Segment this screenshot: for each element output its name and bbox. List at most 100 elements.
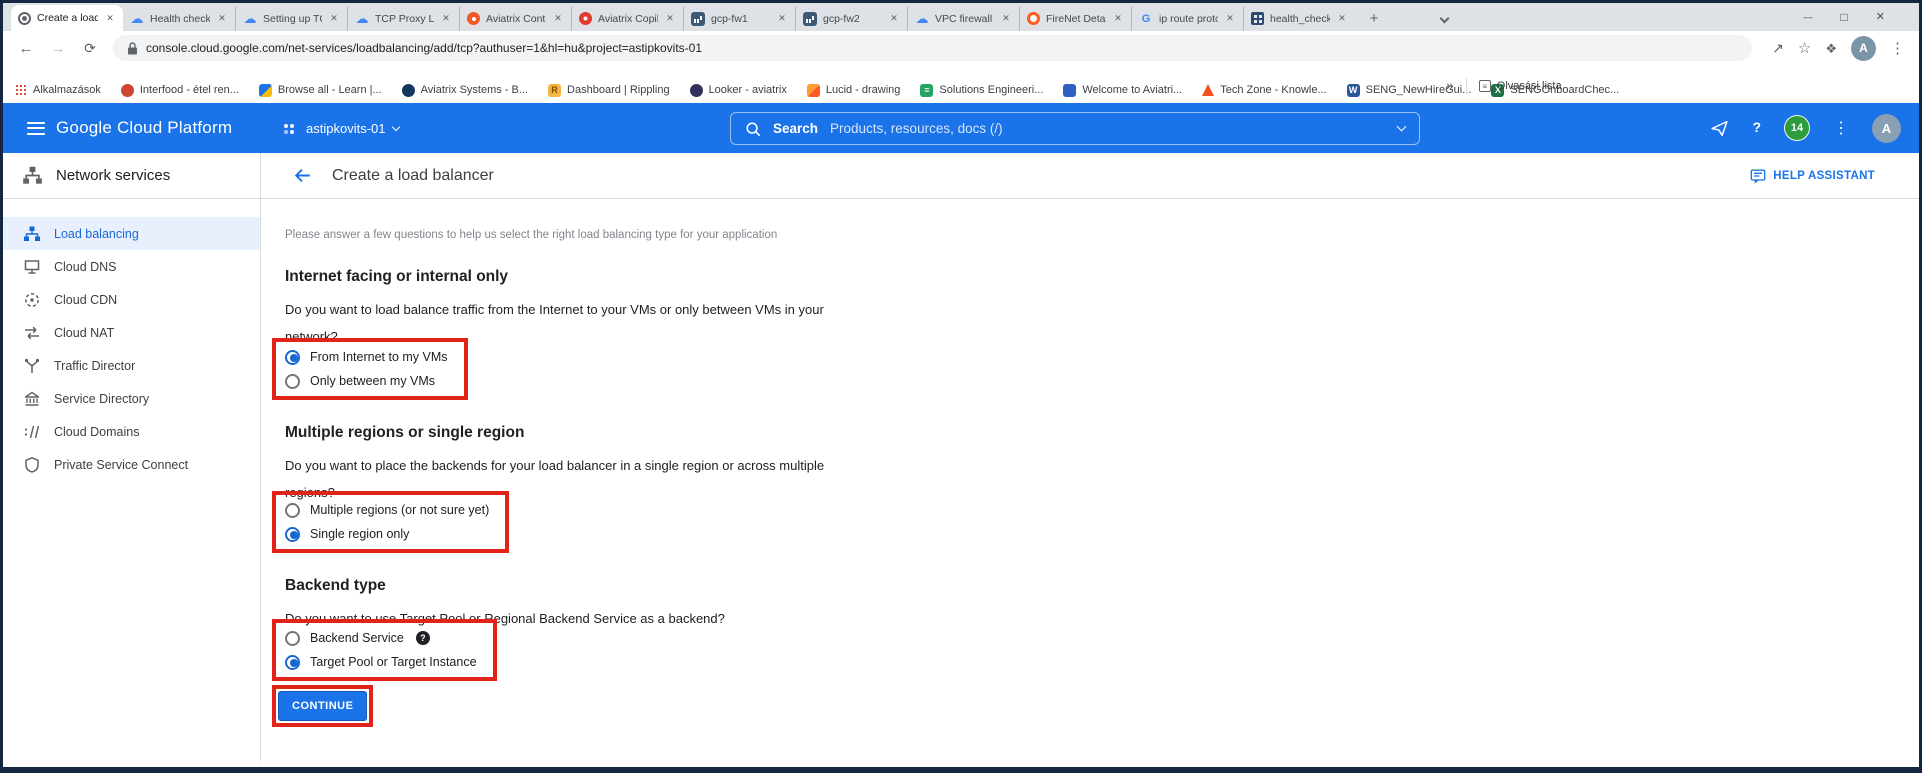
- help-assistant-button[interactable]: HELP ASSISTANT: [1750, 168, 1875, 184]
- welcome-icon: [1063, 84, 1076, 97]
- chart-favicon: [803, 12, 817, 26]
- radio-icon[interactable]: [285, 503, 300, 518]
- menu-icon[interactable]: [27, 118, 45, 138]
- bookmark-learn[interactable]: Browse all - Learn |...: [259, 84, 382, 97]
- help-tooltip-icon[interactable]: [416, 631, 430, 645]
- share-icon[interactable]: [1772, 40, 1784, 57]
- section-title: Network services: [56, 167, 170, 184]
- close-icon[interactable]: [552, 13, 564, 24]
- tab-firenet-detail[interactable]: FireNet Detail: [1019, 6, 1131, 31]
- search-input[interactable]: Search Products, resources, docs (/): [730, 112, 1420, 145]
- divider: [1466, 78, 1467, 94]
- radio-option-target-pool[interactable]: Target Pool or Target Instance: [285, 650, 477, 674]
- sidebar-item-cloud-dns[interactable]: Cloud DNS: [3, 250, 260, 283]
- radio-option-from-internet[interactable]: From Internet to my VMs: [285, 345, 448, 369]
- radio-label: Only between my VMs: [310, 374, 435, 388]
- service-section-header: Network services: [3, 153, 261, 198]
- sidebar-item-service-directory[interactable]: Service Directory: [3, 382, 260, 415]
- sidebar-item-cloud-nat[interactable]: Cloud NAT: [3, 316, 260, 349]
- radio-option-multiple-regions[interactable]: Multiple regions (or not sure yet): [285, 498, 489, 522]
- bookmark-label: Looker - aviatrix: [709, 84, 787, 96]
- lock-icon: [127, 42, 138, 55]
- radio-option-single-region[interactable]: Single region only: [285, 522, 489, 546]
- radio-icon[interactable]: [285, 374, 300, 389]
- bookmark-apps[interactable]: Alkalmazások: [15, 84, 101, 96]
- radio-icon[interactable]: [285, 631, 300, 646]
- reload-icon[interactable]: [81, 40, 99, 57]
- close-icon[interactable]: [1112, 13, 1124, 24]
- project-selector[interactable]: astipkovits-01: [284, 121, 399, 136]
- url-text[interactable]: console.cloud.google.com/net-services/lo…: [146, 41, 702, 55]
- close-icon[interactable]: [104, 13, 116, 24]
- aviatrix-orange-favicon: [467, 12, 480, 25]
- reading-list-icon: [1479, 80, 1491, 92]
- bookmark-solutions[interactable]: Solutions Engineeri...: [920, 84, 1043, 97]
- bookmark-rippling[interactable]: Dashboard | Rippling: [548, 84, 670, 97]
- minimize-button[interactable]: [1804, 12, 1813, 23]
- extensions-icon[interactable]: [1825, 40, 1837, 57]
- lucid-icon: [807, 84, 820, 97]
- close-icon[interactable]: [216, 13, 228, 24]
- tab-strip: Create a load Health checks Setting up T…: [3, 3, 1919, 31]
- sidebar-item-cloud-cdn[interactable]: Cloud CDN: [3, 283, 260, 316]
- radio-option-only-between[interactable]: Only between my VMs: [285, 369, 448, 393]
- more-options-icon[interactable]: [1833, 118, 1849, 138]
- sidebar-item-private-service-connect[interactable]: Private Service Connect: [3, 448, 260, 481]
- radio-icon[interactable]: [285, 527, 300, 542]
- tab-health-check-sheet[interactable]: health_check_: [1243, 6, 1355, 31]
- new-tab-button[interactable]: [1361, 5, 1387, 31]
- sidebar-item-load-balancing[interactable]: Load balancing: [3, 217, 260, 250]
- tab-setting-up-tc[interactable]: Setting up TC: [235, 6, 347, 31]
- bookmark-welcome[interactable]: Welcome to Aviatri...: [1063, 84, 1182, 97]
- tab-create-a-load[interactable]: Create a load: [11, 5, 123, 31]
- close-icon[interactable]: [664, 13, 676, 24]
- tab-search-chevron-icon[interactable]: [1440, 14, 1450, 24]
- tab-aviatrix-copilot[interactable]: Aviatrix Copil: [571, 6, 683, 31]
- tab-ip-route[interactable]: ip route proto: [1131, 6, 1243, 31]
- close-icon[interactable]: [1336, 13, 1348, 24]
- radio-label: From Internet to my VMs: [310, 350, 448, 364]
- bookmark-aviatrix[interactable]: Aviatrix Systems - B...: [402, 84, 528, 97]
- radio-icon[interactable]: [285, 655, 300, 670]
- maximize-button[interactable]: [1841, 11, 1848, 24]
- bookmarks-overflow-icon[interactable]: [1446, 77, 1454, 95]
- reading-list-button[interactable]: Olvasási lista: [1479, 80, 1562, 92]
- tab-vpc-firewall[interactable]: VPC firewall r: [907, 6, 1019, 31]
- close-icon[interactable]: [888, 13, 900, 24]
- close-icon[interactable]: [440, 13, 452, 24]
- bookmark-looker[interactable]: Looker - aviatrix: [690, 84, 787, 97]
- tab-tcp-proxy[interactable]: TCP Proxy Loa: [347, 6, 459, 31]
- close-icon[interactable]: [1224, 13, 1236, 24]
- tab-health-checks[interactable]: Health checks: [123, 6, 235, 31]
- window-close-button[interactable]: [1876, 12, 1885, 23]
- close-icon[interactable]: [776, 13, 788, 24]
- sidebar-item-cloud-domains[interactable]: Cloud Domains: [3, 415, 260, 448]
- reading-list-label: Olvasási lista: [1497, 80, 1562, 92]
- continue-button[interactable]: CONTINUE: [278, 691, 367, 721]
- bookmark-interfood[interactable]: Interfood - étel ren...: [121, 84, 239, 97]
- radio-option-backend-service[interactable]: Backend Service: [285, 626, 477, 650]
- browser-avatar[interactable]: A: [1851, 36, 1876, 61]
- search-placeholder: Products, resources, docs (/): [830, 121, 1003, 136]
- browser-menu-icon[interactable]: [1890, 39, 1905, 57]
- tab-gcp-fw1[interactable]: gcp-fw1: [683, 6, 795, 31]
- close-icon[interactable]: [1000, 13, 1012, 24]
- notification-badge[interactable]: 14: [1784, 115, 1810, 141]
- back-arrow-icon[interactable]: [293, 166, 312, 185]
- tab-gcp-fw2[interactable]: gcp-fw2: [795, 6, 907, 31]
- help-icon[interactable]: [1752, 119, 1761, 137]
- bookmark-star-icon[interactable]: [1798, 39, 1811, 57]
- tab-aviatrix-controller[interactable]: Aviatrix Contr: [459, 6, 571, 31]
- chevron-down-icon[interactable]: [1397, 122, 1407, 132]
- gcp-brand[interactable]: Google Cloud Platform: [56, 118, 232, 138]
- bookmark-techzone[interactable]: Tech Zone - Knowle...: [1202, 84, 1326, 96]
- back-icon[interactable]: [17, 40, 35, 57]
- bookmark-lucid[interactable]: Lucid - drawing: [807, 84, 901, 97]
- account-avatar[interactable]: A: [1872, 114, 1901, 143]
- radio-icon[interactable]: [285, 350, 300, 365]
- sidebar-item-traffic-director[interactable]: Traffic Director: [3, 349, 260, 382]
- send-feedback-icon[interactable]: [1710, 119, 1729, 138]
- close-icon[interactable]: [328, 13, 340, 24]
- address-bar[interactable]: console.cloud.google.com/net-services/lo…: [113, 35, 1752, 61]
- cloud-dns-icon: [23, 258, 41, 276]
